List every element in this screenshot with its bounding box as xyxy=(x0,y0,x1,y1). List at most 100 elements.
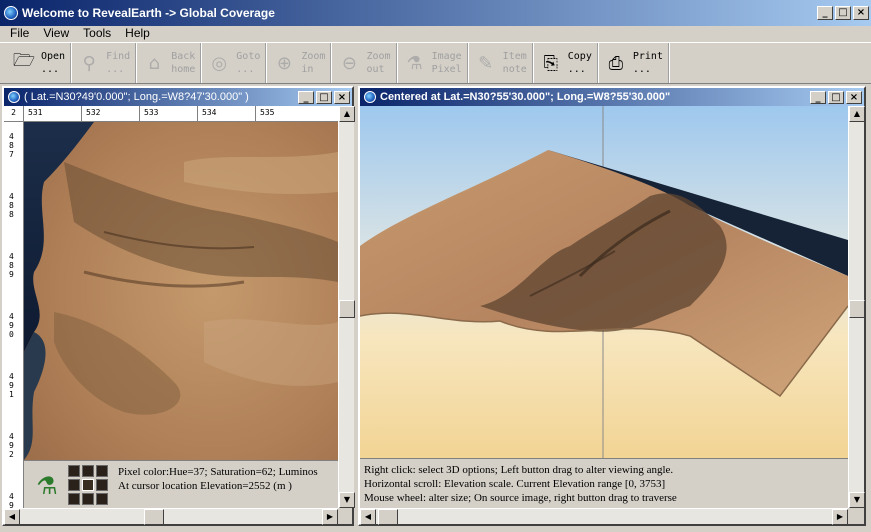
open-folder-icon: 🗁 xyxy=(12,50,36,71)
3d-maximize-button[interactable]: □ xyxy=(828,90,844,104)
scroll-right-button[interactable]: ▶ xyxy=(322,509,338,525)
scroll-right-button[interactable]: ▶ xyxy=(832,509,848,525)
ruler-x-label: 533 xyxy=(140,106,198,121)
3d-window-title-bar: Centered at Lat.=N30?55'30.000"; Long.=W… xyxy=(360,88,864,106)
source-window-globe-icon xyxy=(8,91,20,103)
left-ruler: 487 488 489 490 491 492 493 xyxy=(4,122,24,519)
3d-close-button[interactable]: × xyxy=(846,90,862,104)
microscope-icon: ⚗ xyxy=(36,472,58,500)
satellite-terrain-image xyxy=(24,122,338,460)
app-globe-icon xyxy=(4,6,18,20)
3d-vertical-scrollbar[interactable]: ▲ ▼ xyxy=(848,106,865,508)
pixel-swatch xyxy=(96,479,108,491)
scroll-down-button[interactable]: ▼ xyxy=(339,492,355,508)
pixel-info-panel: ⚗ Pixel color:Hue=37; Saturation=62; Lum… xyxy=(24,460,338,508)
find-label: Find ... xyxy=(106,51,131,75)
top-ruler: 531 532 533 534 535 xyxy=(24,106,338,122)
microscope-icon: ⚗ xyxy=(406,52,423,74)
menu-file[interactable]: File xyxy=(10,26,29,40)
ruler-x-label: 531 xyxy=(24,106,82,121)
menu-tools[interactable]: Tools xyxy=(83,26,111,40)
ruler-y-label: 490 xyxy=(9,312,14,339)
pixel-swatch xyxy=(68,465,80,477)
print-label: Print ... xyxy=(632,51,663,75)
pixel-swatch xyxy=(68,493,80,505)
help-line: Right click: select 3D options; Left but… xyxy=(364,464,674,476)
menu-help[interactable]: Help xyxy=(125,26,150,40)
3d-window-title: Centered at Lat.=N30?55'30.000"; Long.=W… xyxy=(380,91,671,103)
ruler-x-label: 535 xyxy=(260,108,275,117)
source-maximize-button[interactable]: □ xyxy=(316,90,332,104)
menu-bar: File View Tools Help xyxy=(0,24,871,42)
note-pin-icon: ✎ xyxy=(478,52,494,74)
source-horizontal-scrollbar[interactable]: ◀ ▶ xyxy=(4,508,338,525)
zoom-in-icon: ⊕ xyxy=(276,52,292,74)
ruler-x-label: 534 xyxy=(198,106,256,121)
maximize-button[interactable]: □ xyxy=(835,6,851,20)
zoom-out-icon: ⊖ xyxy=(341,52,358,74)
find-button[interactable]: ⚲ Find ... xyxy=(71,43,137,83)
compass-icon: ◎ xyxy=(211,52,228,74)
pixel-swatch xyxy=(82,465,94,477)
satellite-image-canvas[interactable] xyxy=(24,122,338,460)
image-pixel-button[interactable]: ⚗ Image Pixel xyxy=(397,43,468,83)
size-grip[interactable] xyxy=(848,508,864,524)
app-title: Welcome to RevealEarth -> Global Coverag… xyxy=(22,6,275,20)
help-line: Horizontal scroll: Elevation scale. Curr… xyxy=(364,478,666,490)
3d-minimize-button[interactable]: _ xyxy=(810,90,826,104)
source-minimize-button[interactable]: _ xyxy=(298,90,314,104)
item-note-label: Item note xyxy=(502,51,527,75)
print-button[interactable]: ⎙ Print ... xyxy=(598,43,669,83)
pixel-swatch xyxy=(82,493,94,505)
toolbar: 🗁 Open ... ⚲ Find ... ⌂ Back home ◎ Goto… xyxy=(0,42,871,84)
ruler-y-label: 491 xyxy=(9,372,14,399)
pixel-swatch-grid xyxy=(68,465,108,505)
help-line: Mouse wheel: alter size; On source image… xyxy=(364,492,677,504)
pixel-swatch xyxy=(82,479,94,491)
scroll-left-button[interactable]: ◀ xyxy=(4,509,20,525)
scroll-up-button[interactable]: ▲ xyxy=(849,106,865,122)
scroll-thumb[interactable] xyxy=(144,509,164,525)
binoculars-icon: ⚲ xyxy=(82,52,96,74)
goto-button[interactable]: ◎ Goto ... xyxy=(201,43,267,83)
3d-view-window: Centered at Lat.=N30?55'30.000"; Long.=W… xyxy=(358,86,866,526)
3d-terrain-canvas[interactable] xyxy=(360,106,848,458)
zoom-out-button[interactable]: ⊖ Zoom out xyxy=(331,43,397,83)
scroll-thumb[interactable] xyxy=(339,300,355,318)
source-image-window: ( Lat.=N30?49'0.000"; Long.=W8?47'30.000… xyxy=(2,86,355,526)
back-home-label: Back home xyxy=(171,51,196,75)
image-pixel-label: Image Pixel xyxy=(431,51,462,75)
goto-label: Goto ... xyxy=(236,51,261,75)
pixel-swatch xyxy=(96,465,108,477)
ruler-y-label: 489 xyxy=(9,252,14,279)
back-home-button[interactable]: ⌂ Back home xyxy=(136,43,202,83)
ruler-y-label: 492 xyxy=(9,432,14,459)
minimize-button[interactable]: _ xyxy=(817,6,833,20)
app-title-bar: Welcome to RevealEarth -> Global Coverag… xyxy=(0,0,871,26)
copy-button[interactable]: ⎘ Copy ... xyxy=(533,43,598,83)
pixel-swatch xyxy=(96,493,108,505)
elevation-scale-scrollbar[interactable]: ◀ ▶ xyxy=(360,508,848,525)
zoom-in-button[interactable]: ⊕ Zoom in xyxy=(266,43,332,83)
pixel-color-readout: Pixel color:Hue=37; Saturation=62; Lumin… xyxy=(118,466,318,478)
ruler-y-label: 487 xyxy=(9,132,14,159)
scroll-thumb[interactable] xyxy=(378,509,398,525)
3d-window-globe-icon xyxy=(364,91,376,103)
source-close-button[interactable]: × xyxy=(334,90,350,104)
pixel-swatch xyxy=(68,479,80,491)
ruler-x-label: 532 xyxy=(82,106,140,121)
close-button[interactable]: × xyxy=(853,6,869,20)
ruler-corner: 2 xyxy=(4,106,24,122)
home-icon: ⌂ xyxy=(148,52,160,74)
item-note-button[interactable]: ✎ Item note xyxy=(468,43,533,83)
scroll-thumb[interactable] xyxy=(849,300,865,318)
source-vertical-scrollbar[interactable]: ▲ ▼ xyxy=(338,106,355,508)
scroll-down-button[interactable]: ▼ xyxy=(849,492,865,508)
open-button[interactable]: 🗁 Open ... xyxy=(6,43,72,83)
copy-icon: ⎘ xyxy=(543,52,558,74)
3d-help-panel: Right click: select 3D options; Left but… xyxy=(360,458,848,508)
scroll-left-button[interactable]: ◀ xyxy=(360,509,376,525)
scroll-up-button[interactable]: ▲ xyxy=(339,106,355,122)
menu-view[interactable]: View xyxy=(43,26,69,40)
zoom-in-label: Zoom in xyxy=(301,51,326,75)
